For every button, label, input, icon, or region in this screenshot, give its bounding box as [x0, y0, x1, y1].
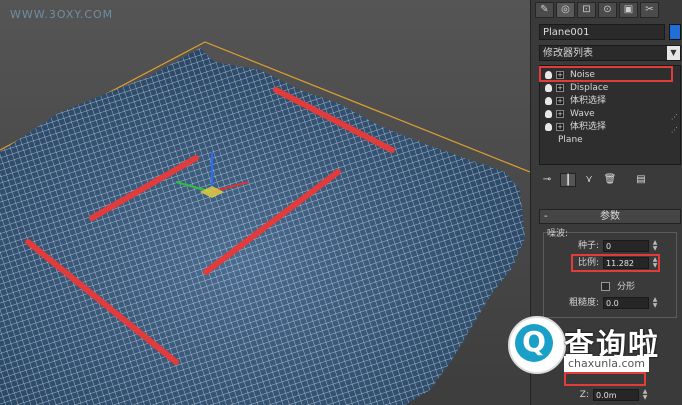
noise-plane-mesh[interactable]	[0, 0, 530, 405]
motion-tab[interactable]: ⊙	[598, 2, 617, 18]
lightbulb-icon[interactable]	[545, 110, 552, 118]
object-name-field[interactable]: Plane001	[539, 24, 665, 40]
fractal-label: 分形	[617, 282, 636, 292]
z-label: Z:	[579, 390, 589, 400]
seed-label: 种子:	[577, 241, 599, 251]
stack-link-icon: ⋰	[671, 113, 678, 121]
pin-icon[interactable]: ⊸	[539, 173, 555, 187]
spinner-arrows-icon[interactable]: ▲ ▼	[651, 240, 659, 252]
stack-item-label: Plane	[558, 135, 583, 145]
stack-item-wave[interactable]: + Wave ⋰	[542, 108, 678, 121]
watermark: WWW.3OXY.COM	[10, 8, 114, 21]
lightbulb-icon[interactable]	[545, 97, 552, 105]
object-color-swatch[interactable]	[669, 24, 681, 40]
stack-item-label: 体积选择	[570, 96, 607, 106]
fractal-checkbox[interactable]	[601, 282, 610, 291]
stack-item-label: 体积选择	[570, 122, 607, 132]
parameters-rollout-header[interactable]: - 参数	[539, 209, 681, 224]
lightbulb-icon[interactable]	[545, 123, 552, 131]
seed-spinner[interactable]: 0	[603, 240, 649, 252]
create-tab[interactable]: ✎	[535, 2, 554, 18]
viewport[interactable]: WWW.3OXY.COM	[0, 0, 530, 405]
roughness-label: 粗糙度:	[568, 298, 599, 308]
modify-tab[interactable]: ◎	[556, 2, 575, 18]
remove-modifier-icon[interactable]: 🗑	[602, 173, 618, 187]
spinner-arrows-icon[interactable]: ▲ ▼	[641, 389, 649, 401]
chevron-down-icon[interactable]: ▼	[667, 46, 680, 60]
make-unique-icon[interactable]: ⋎	[581, 173, 597, 187]
stack-item-plane[interactable]: Plane	[542, 134, 672, 146]
stack-toolbar: ⊸ ┃ ⋎ 🗑 ▤	[539, 172, 681, 188]
configure-icon[interactable]: ▤	[633, 173, 649, 187]
stack-item-volume-select-1[interactable]: + 体积选择	[542, 95, 672, 107]
stack-item-displace[interactable]: + Displace	[542, 82, 672, 94]
utilities-tab[interactable]: ✂	[640, 2, 659, 18]
noise-group-label: 噪波:	[547, 229, 569, 239]
display-tab[interactable]: ▣	[619, 2, 638, 18]
stack-link-icon: ⋰	[671, 126, 678, 134]
roughness-row: 粗糙度: 0.0 ▲ ▼	[547, 297, 681, 310]
hierarchy-tab[interactable]: ⊡	[577, 2, 596, 18]
expand-icon[interactable]: +	[556, 110, 564, 118]
scale-highlight-box	[571, 254, 660, 272]
z-strength-row: Z: 0.0m ▲ ▼	[547, 389, 681, 402]
noise-highlight-box	[539, 66, 673, 82]
rollout-title: 参数	[600, 211, 620, 222]
show-end-result-icon[interactable]: ┃	[560, 173, 576, 187]
modifier-list-dropdown[interactable]: 修改器列表 ▼	[539, 45, 681, 61]
badge-domain: chaxunla.com	[564, 356, 649, 372]
command-panel-tabs: ✎ ◎ ⊡ ⊙ ▣ ✂	[535, 1, 681, 19]
site-badge: Q 查询啦 chaxunla.com	[494, 312, 680, 386]
stack-item-volume-select-2[interactable]: + 体积选择 ⋰	[542, 121, 678, 134]
stack-item-label: Displace	[570, 83, 609, 93]
roughness-spinner[interactable]: 0.0	[603, 297, 649, 309]
lightbulb-icon[interactable]	[545, 84, 552, 92]
z-spinner[interactable]: 0.0m	[593, 389, 639, 401]
expand-icon[interactable]: +	[556, 84, 564, 92]
spinner-arrows-icon[interactable]: ▲ ▼	[651, 297, 659, 309]
stack-item-label: Wave	[570, 109, 595, 119]
expand-icon[interactable]: +	[556, 123, 564, 131]
modifier-list-label: 修改器列表	[543, 48, 593, 59]
expand-icon[interactable]: +	[556, 97, 564, 105]
fractal-row: 分形	[547, 281, 681, 294]
seed-row: 种子: 0 ▲ ▼	[547, 240, 681, 253]
logo-q-icon: Q	[515, 324, 553, 362]
